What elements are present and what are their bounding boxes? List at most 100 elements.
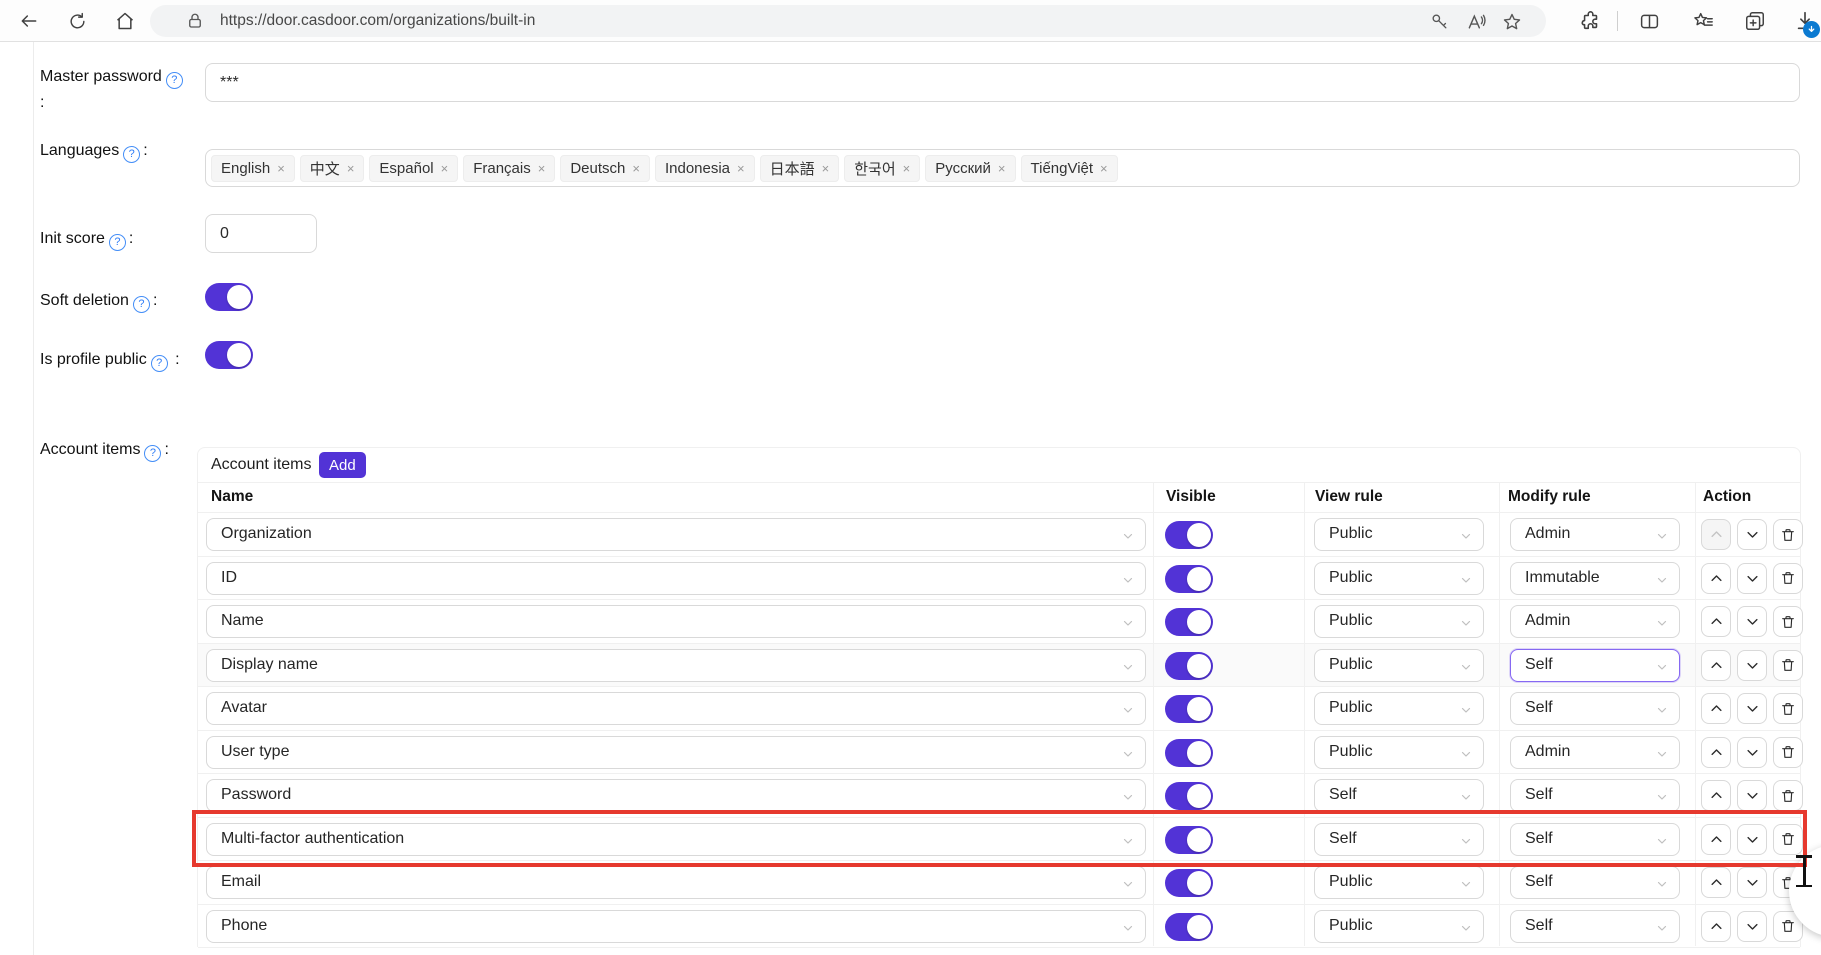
delete-button[interactable] — [1773, 650, 1803, 681]
move-up-button[interactable] — [1701, 606, 1731, 637]
delete-button[interactable] — [1773, 606, 1803, 637]
delete-button[interactable] — [1773, 693, 1803, 724]
item-name-select[interactable]: ID — [206, 562, 1146, 595]
item-name-select[interactable]: Phone — [206, 910, 1146, 943]
help-icon[interactable]: ? — [133, 296, 150, 313]
visible-toggle[interactable] — [1165, 652, 1213, 680]
help-icon[interactable]: ? — [151, 355, 168, 372]
view-rule-select[interactable]: Public — [1314, 910, 1484, 943]
move-down-button[interactable] — [1737, 780, 1767, 811]
modify-rule-select[interactable]: Self — [1510, 910, 1680, 943]
modify-rule-select[interactable]: Self — [1510, 866, 1680, 899]
remove-tag-icon[interactable]: × — [347, 161, 355, 176]
item-name-select[interactable]: Display name — [206, 649, 1146, 682]
move-up-button[interactable] — [1701, 563, 1731, 594]
visible-toggle[interactable] — [1165, 521, 1213, 549]
view-rule-select[interactable]: Public — [1314, 518, 1484, 551]
modify-rule-select[interactable]: Immutable — [1510, 562, 1680, 595]
item-name-select[interactable]: Multi-factor authentication — [206, 823, 1146, 856]
view-rule-select[interactable]: Self — [1314, 779, 1484, 812]
soft-deletion-toggle[interactable] — [205, 283, 253, 311]
move-up-button[interactable] — [1701, 824, 1731, 855]
view-rule-select[interactable]: Public — [1314, 692, 1484, 725]
move-up-button[interactable] — [1701, 650, 1731, 681]
address-bar[interactable]: https://door.casdoor.com/organizations/b… — [150, 5, 1546, 37]
view-rule-select[interactable]: Self — [1314, 823, 1484, 856]
read-aloud-icon[interactable] — [1466, 12, 1486, 32]
delete-button[interactable] — [1773, 780, 1803, 811]
move-down-button[interactable] — [1737, 867, 1767, 898]
item-name-select[interactable]: User type — [206, 736, 1146, 769]
refresh-button[interactable] — [64, 8, 90, 34]
help-icon[interactable]: ? — [123, 146, 140, 163]
move-down-button[interactable] — [1737, 606, 1767, 637]
favorite-star-icon[interactable] — [1502, 12, 1522, 32]
remove-tag-icon[interactable]: × — [998, 161, 1006, 176]
modify-rule-select[interactable]: Admin — [1510, 605, 1680, 638]
move-down-button[interactable] — [1737, 563, 1767, 594]
delete-button[interactable] — [1773, 563, 1803, 594]
visible-toggle[interactable] — [1165, 695, 1213, 723]
modify-rule-select[interactable]: Self — [1510, 692, 1680, 725]
move-up-button[interactable] — [1701, 693, 1731, 724]
back-button[interactable] — [16, 8, 42, 34]
view-rule-select[interactable]: Public — [1314, 562, 1484, 595]
init-score-input[interactable]: 0 — [205, 214, 317, 253]
modify-rule-select[interactable]: Self — [1510, 823, 1680, 856]
remove-tag-icon[interactable]: × — [441, 161, 449, 176]
languages-select[interactable]: English × 中文 × Español × Français × Deut… — [205, 149, 1800, 187]
visible-toggle[interactable] — [1165, 739, 1213, 767]
item-name-select[interactable]: Avatar — [206, 692, 1146, 725]
extensions-icon[interactable] — [1578, 8, 1604, 34]
visible-toggle[interactable] — [1165, 608, 1213, 636]
visible-toggle[interactable] — [1165, 826, 1213, 854]
modify-rule-select[interactable]: Admin — [1510, 518, 1680, 551]
item-name-select[interactable]: Organization — [206, 518, 1146, 551]
lock-icon[interactable] — [186, 12, 206, 32]
move-down-button[interactable] — [1737, 737, 1767, 768]
delete-button[interactable] — [1773, 519, 1803, 550]
tab-collections-icon[interactable] — [1742, 8, 1768, 34]
delete-button[interactable] — [1773, 737, 1803, 768]
remove-tag-icon[interactable]: × — [903, 161, 911, 176]
is-profile-public-toggle[interactable] — [205, 341, 253, 369]
password-key-icon[interactable] — [1430, 12, 1450, 32]
move-down-button[interactable] — [1737, 519, 1767, 550]
delete-button[interactable] — [1773, 824, 1803, 855]
visible-toggle[interactable] — [1165, 565, 1213, 593]
modify-rule-select[interactable]: Self — [1510, 649, 1680, 682]
master-password-input[interactable]: *** — [205, 63, 1800, 102]
modify-rule-select[interactable]: Admin — [1510, 736, 1680, 769]
home-button[interactable] — [112, 8, 138, 34]
split-screen-icon[interactable] — [1636, 8, 1662, 34]
move-down-button[interactable] — [1737, 824, 1767, 855]
add-button[interactable]: Add — [319, 452, 366, 478]
view-rule-select[interactable]: Public — [1314, 605, 1484, 638]
move-down-button[interactable] — [1737, 911, 1767, 942]
remove-tag-icon[interactable]: × — [538, 161, 546, 176]
move-up-button[interactable] — [1701, 867, 1731, 898]
remove-tag-icon[interactable]: × — [737, 161, 745, 176]
item-name-select[interactable]: Name — [206, 605, 1146, 638]
view-rule-select[interactable]: Public — [1314, 649, 1484, 682]
move-up-button[interactable] — [1701, 519, 1731, 550]
item-name-select[interactable]: Password — [206, 779, 1146, 812]
modify-rule-select[interactable]: Self — [1510, 779, 1680, 812]
item-name-select[interactable]: Email — [206, 866, 1146, 899]
help-icon[interactable]: ? — [166, 72, 183, 89]
move-up-button[interactable] — [1701, 911, 1731, 942]
remove-tag-icon[interactable]: × — [277, 161, 285, 176]
help-icon[interactable]: ? — [109, 234, 126, 251]
move-up-button[interactable] — [1701, 737, 1731, 768]
move-down-button[interactable] — [1737, 693, 1767, 724]
remove-tag-icon[interactable]: × — [1100, 161, 1108, 176]
view-rule-select[interactable]: Public — [1314, 736, 1484, 769]
url-text[interactable]: https://door.casdoor.com/organizations/b… — [220, 12, 535, 30]
visible-toggle[interactable] — [1165, 782, 1213, 810]
remove-tag-icon[interactable]: × — [822, 161, 830, 176]
move-up-button[interactable] — [1701, 780, 1731, 811]
move-down-button[interactable] — [1737, 650, 1767, 681]
help-icon[interactable]: ? — [144, 445, 161, 462]
remove-tag-icon[interactable]: × — [632, 161, 640, 176]
view-rule-select[interactable]: Public — [1314, 866, 1484, 899]
